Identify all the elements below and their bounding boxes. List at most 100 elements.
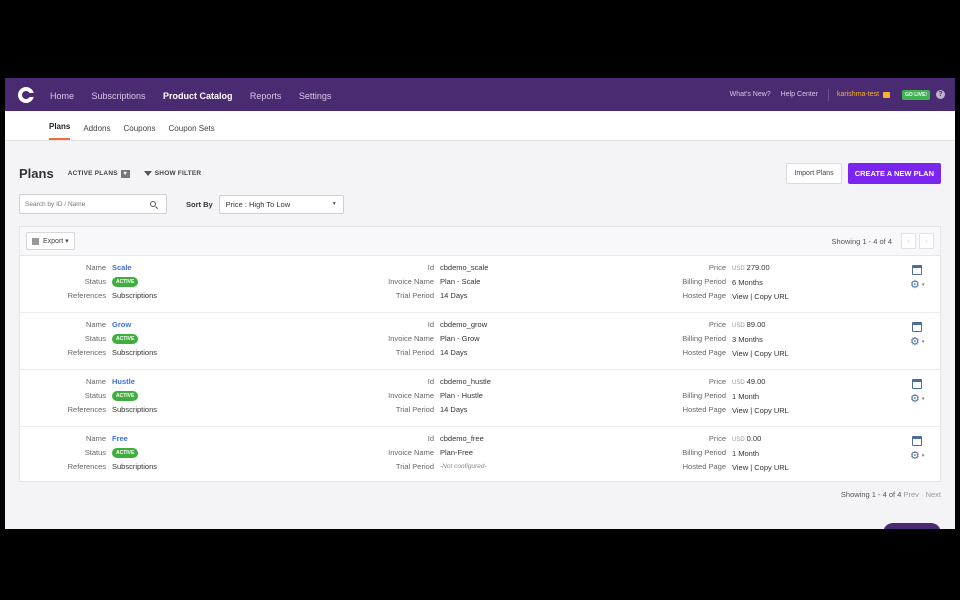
plan-name-link[interactable]: Hustle	[112, 375, 157, 389]
currency: USD	[732, 437, 745, 443]
plan-id-values: cbdemo_hustle Plan - Hustle 14 Days	[434, 375, 491, 418]
nav-settings[interactable]: Settings	[299, 91, 332, 101]
hosted-page-links: View | Copy URL	[732, 292, 789, 302]
logo-icon[interactable]	[18, 86, 35, 103]
status-label: Status	[84, 391, 106, 401]
plan-price-labels: Price Billing Period Hosted Page	[620, 261, 726, 305]
sort-select[interactable]: Price : High To Low ▼	[218, 194, 344, 214]
trial-period: 14 Days	[440, 348, 468, 358]
active-plans-dropdown[interactable]: ACTIVE PLANS ▾	[68, 169, 130, 178]
tab-addons[interactable]: Addons	[83, 124, 110, 140]
calendar-icon[interactable]	[912, 436, 922, 446]
export-icon	[32, 237, 39, 245]
view-link[interactable]: View	[732, 406, 748, 415]
plan-name-link[interactable]: Grow	[112, 318, 157, 332]
price-cell: USD 0.00	[732, 432, 789, 447]
divider	[828, 88, 830, 101]
top-right-links: What's New? Help Center karishma-test GO…	[730, 88, 945, 101]
plan-name-link[interactable]: Scale	[112, 261, 157, 275]
plan-id: cbdemo_hustle	[440, 377, 491, 386]
plan-id-labels: Id Invoice Name Trial Period	[360, 375, 434, 418]
plan-price-col: Price Billing Period Hosted Page USD 0.00…	[620, 432, 789, 476]
plan-id-labels: Id Invoice Name Trial Period	[360, 318, 434, 361]
status-label: Status	[84, 448, 106, 458]
next-link[interactable]: Next	[926, 490, 941, 499]
chevron-right-icon[interactable]: ›	[919, 233, 934, 249]
search-input[interactable]	[25, 200, 150, 208]
chevron-left-icon[interactable]: ‹	[901, 233, 916, 249]
user-menu[interactable]: karishma-test	[837, 91, 879, 98]
view-link[interactable]: View	[732, 463, 748, 472]
search-icon[interactable]	[150, 201, 156, 207]
sort-by-label: Sort By	[186, 199, 213, 209]
hosted-page-label: Hosted Page	[682, 291, 726, 301]
gear-menu[interactable]: ⚙ ▾	[910, 449, 930, 462]
help-center-link[interactable]: Help Center	[781, 91, 818, 98]
status-cell: ACTIVE	[112, 332, 157, 346]
plan-price-labels: Price Billing Period Hosted Page	[620, 375, 726, 419]
caret-down-icon: ▾	[63, 238, 69, 245]
status-badge: ACTIVE	[112, 391, 139, 402]
prev-link[interactable]: Prev	[903, 490, 918, 499]
import-plans-button[interactable]: Import Plans	[786, 163, 842, 184]
references-label: References	[67, 348, 106, 358]
price-value: 49.00	[746, 377, 766, 386]
copy-url-link[interactable]: Copy URL	[754, 292, 789, 301]
copy-url-link[interactable]: Copy URL	[754, 406, 789, 415]
whats-new-link[interactable]: What's New?	[730, 91, 771, 98]
gear-menu[interactable]: ⚙ ▾	[910, 392, 930, 405]
calendar-icon[interactable]	[912, 322, 922, 332]
tab-coupons[interactable]: Coupons	[123, 124, 155, 140]
invoice-name-label: Invoice Name	[388, 334, 434, 344]
references-link[interactable]: Subscriptions	[112, 289, 157, 303]
help-icon[interactable]: ?	[936, 90, 945, 99]
references-link[interactable]: Subscriptions	[112, 346, 157, 360]
caret-down-icon: ▾	[921, 281, 925, 288]
footer-pagination: Showing 1 - 4 of 4 Prev · Next	[841, 490, 941, 499]
nav-subscriptions[interactable]: Subscriptions	[91, 91, 145, 101]
plan-id: cbdemo_grow	[440, 320, 488, 329]
nav-reports[interactable]: Reports	[250, 91, 282, 101]
references-link[interactable]: Subscriptions	[112, 403, 157, 417]
price-cell: USD 279.00	[732, 261, 789, 276]
tab-plans[interactable]: Plans	[49, 122, 71, 140]
view-link[interactable]: View	[732, 292, 748, 301]
id-label: Id	[427, 263, 434, 272]
hosted-page-label: Hosted Page	[682, 405, 726, 415]
nav-product-catalog[interactable]: Product Catalog	[163, 91, 233, 101]
copy-url-link[interactable]: Copy URL	[754, 349, 789, 358]
plan-id-values: cbdemo_scale Plan - Scale 14 Days	[434, 261, 488, 304]
plan-price-values: USD 89.00 3 Months View | Copy URL	[726, 318, 789, 362]
status-badge: ACTIVE	[112, 334, 139, 345]
tab-coupon-sets[interactable]: Coupon Sets	[169, 124, 215, 140]
hosted-page-label: Hosted Page	[682, 462, 726, 472]
plan-id-col: Id Invoice Name Trial Period cbdemo_grow…	[360, 318, 487, 361]
invoice-name: Plan - Grow	[440, 334, 480, 344]
go-live-button[interactable]: GO LIVE!	[902, 89, 930, 100]
export-button[interactable]: Export ▾	[26, 232, 75, 250]
copy-url-link[interactable]: Copy URL	[754, 463, 789, 472]
gear-menu[interactable]: ⚙ ▾	[910, 278, 930, 291]
row-actions: ⚙ ▾	[910, 322, 930, 348]
chat-icon[interactable]	[883, 523, 941, 529]
references-link[interactable]: Subscriptions	[112, 460, 157, 474]
id-label: Id	[427, 434, 434, 443]
name-label: Name	[85, 263, 106, 272]
gear-menu[interactable]: ⚙ ▾	[910, 335, 930, 348]
view-link[interactable]: View	[732, 349, 748, 358]
calendar-icon[interactable]	[912, 265, 922, 275]
plan-id-col: Id Invoice Name Trial Period cbdemo_hust…	[360, 375, 491, 418]
gear-icon: ⚙	[910, 450, 920, 462]
price-cell: USD 89.00	[732, 318, 789, 333]
plan-name-link[interactable]: Free	[112, 432, 157, 446]
hosted-page-links: View | Copy URL	[732, 406, 789, 416]
calendar-icon[interactable]	[912, 379, 922, 389]
name-label: Name	[85, 320, 106, 329]
currency: USD	[732, 323, 745, 329]
plan-price-col: Price Billing Period Hosted Page USD 89.0…	[620, 318, 789, 362]
show-filter-button[interactable]: SHOW FILTER	[143, 170, 202, 177]
nav-home[interactable]: Home	[50, 91, 74, 101]
create-plan-button[interactable]: CREATE A NEW PLAN	[847, 163, 941, 184]
plan-price-values: USD 0.00 1 Month View | Copy URL	[726, 432, 789, 476]
filter-icon	[143, 171, 152, 176]
